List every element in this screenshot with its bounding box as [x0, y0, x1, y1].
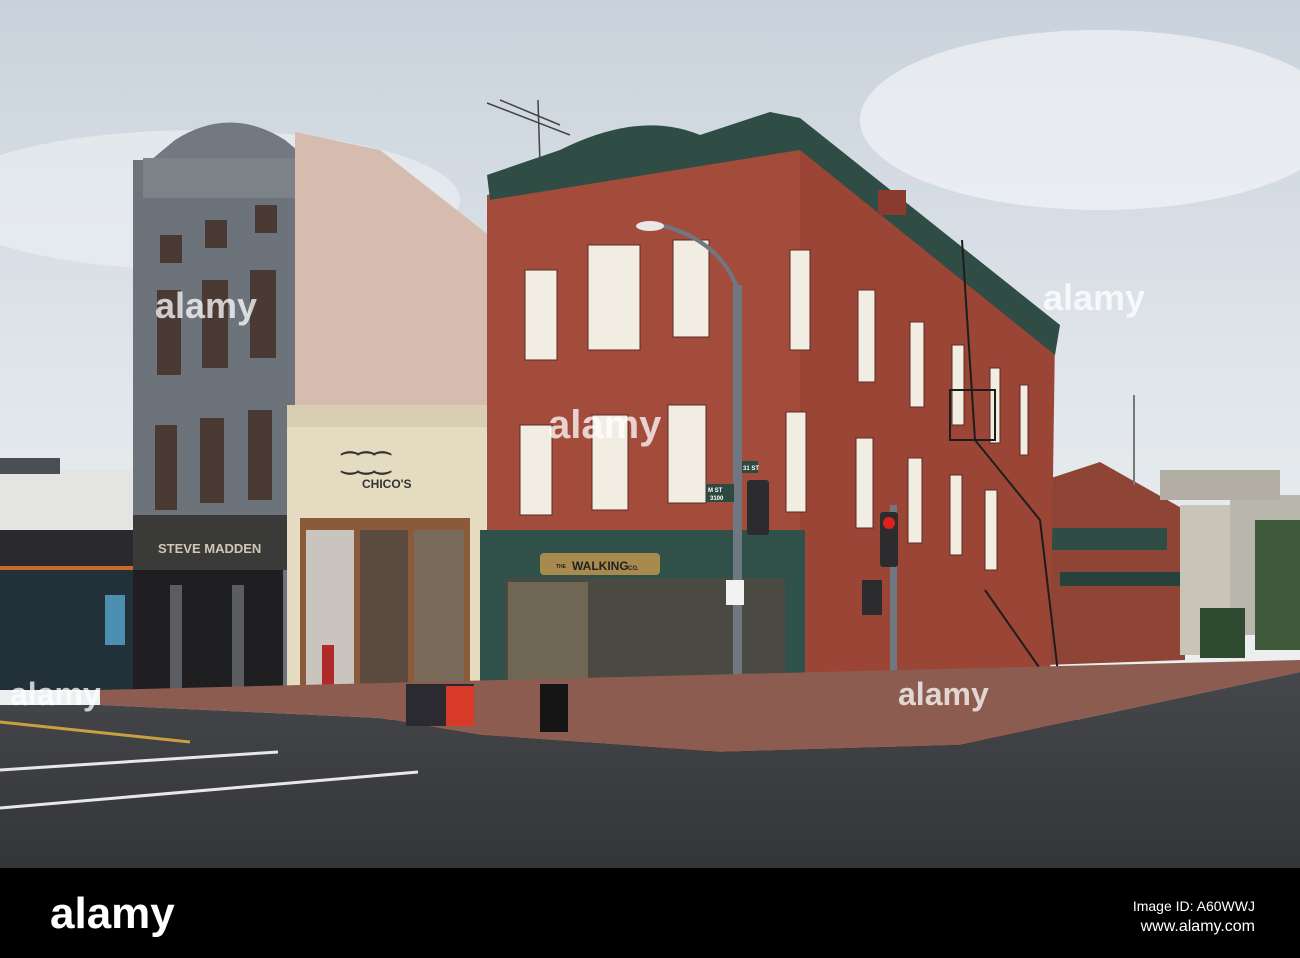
walking-co-sign: WALKING	[572, 559, 629, 573]
svg-text:alamy: alamy	[10, 676, 101, 712]
street-scene-photo: STEVE MADDEN ⁐⁐⁐ CHICO'S THE WALKING CO.…	[0, 0, 1300, 958]
svg-text:alamy: alamy	[1043, 277, 1145, 318]
footer-url: www.alamy.com	[1140, 918, 1255, 935]
street-sign-3100: 3100	[710, 496, 724, 502]
walking-co-prefix: THE	[556, 564, 567, 570]
footer-bar	[0, 868, 1300, 958]
steve-madden-sign: STEVE MADDEN	[158, 541, 261, 556]
walking-co-suffix: CO.	[628, 566, 639, 572]
no-parking-sign	[726, 580, 744, 605]
svg-text:alamy: alamy	[898, 676, 989, 712]
red-newspaper-box	[446, 686, 474, 726]
chicos-logo-mark: ⁐⁐⁐	[340, 450, 392, 476]
chicos-sign: CHICO'S	[362, 477, 412, 491]
trash-can	[540, 684, 568, 732]
traffic-signal	[747, 480, 769, 535]
street-sign-m-st: M ST	[708, 488, 723, 494]
footer-image-id: Image ID: A60WWJ	[1133, 898, 1255, 914]
footer-alamy-logo: alamy	[50, 889, 175, 938]
svg-text:alamy: alamy	[548, 403, 662, 447]
svg-text:alamy: alamy	[155, 285, 257, 326]
chicos-building: ⁐⁐⁐ CHICO'S	[287, 405, 487, 700]
street-sign-31st: 31 ST	[743, 466, 759, 472]
left-low-building	[0, 458, 137, 690]
